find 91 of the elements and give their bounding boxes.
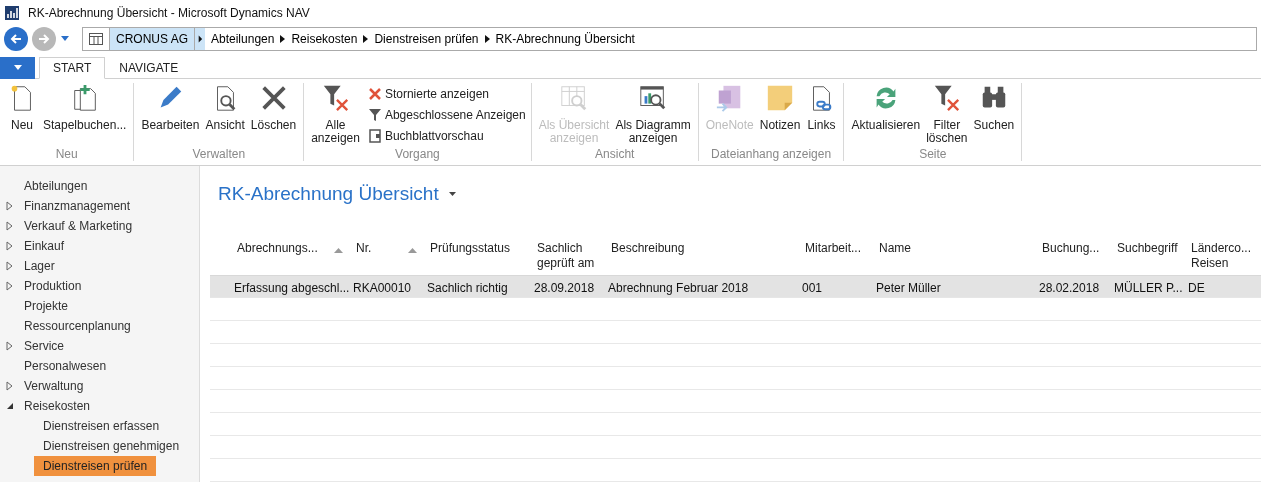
table-cell: Peter Müller [876,280,941,295]
sidebar-item[interactable]: Abteilungen [15,176,97,196]
sidebar-item[interactable]: Service [15,336,73,356]
table-cell: Erfassung abgeschl... [234,280,350,295]
arrow-left-icon [9,31,23,46]
column-header[interactable]: Mitarbeit... [805,241,861,256]
chevron-right-icon[interactable] [194,27,205,50]
collapsed-arrow-icon[interactable] [6,381,14,391]
table-cell: 001 [802,280,823,295]
breadcrumb-link[interactable]: Abteilungen [211,29,275,48]
collapsed-arrow-icon[interactable] [6,261,14,271]
close-icon [367,87,382,102]
breadcrumb-link[interactable]: Reisekosten [291,29,358,48]
sidebar-item[interactable]: Ressourcenplanung [15,316,140,336]
chevron-right-icon [363,34,369,43]
sidebar-item[interactable]: Dienstreisen prüfen [34,456,157,476]
menu-dropdown-button[interactable] [0,57,35,80]
column-header[interactable]: Buchung... [1042,241,1100,256]
sidebar-item[interactable]: Verwaltung [15,376,93,396]
column-header[interactable]: Suchbegriff [1117,241,1178,256]
company-name[interactable]: CRONUS AG [109,27,194,50]
back-button[interactable] [4,26,28,51]
table-cell: RKA00010 [353,280,412,295]
table-row[interactable]: Erfassung abgeschl... RKA00010 Sachlich richtig 28.09.2018 Abrechnung Februar 2018 001 Peter Müller 28.02.2018 MÜLLER P... DE [210,276,1261,298]
ribbon-button[interactable]: Buchblattvorschau [367,129,526,144]
collapsed-arrow-icon[interactable] [6,221,14,231]
column-header[interactable]: Name [879,241,911,256]
group-label: Neu [54,147,79,161]
ribbon-button[interactable]: Links [804,83,839,147]
table-cell: 28.09.2018 [534,280,595,295]
sidebar-item[interactable]: Personalwesen [15,356,116,376]
ribbon-button[interactable]: Notizen [757,83,803,147]
ribbon-tab[interactable]: NAVIGATE [105,57,193,80]
ribbon-button[interactable]: Bearbeiten [139,83,202,147]
expanded-arrow-icon[interactable] [6,402,14,410]
ribbon-button[interactable]: Stapelbuchen... [41,83,129,147]
column-header[interactable]: Sachlich geprüft am [537,241,595,271]
group-label: Dateianhang anzeigen [710,147,833,161]
table-cell: Sachlich richtig [427,280,508,295]
sidebar-item[interactable]: Projekte [15,296,78,316]
group-label: Seite [918,147,948,161]
dropdown-caret-icon[interactable] [448,192,456,196]
collapsed-arrow-icon[interactable] [6,201,14,211]
column-header[interactable]: Länderco... Reisen [1191,241,1252,271]
sidebar-item[interactable]: Verkauf & Marketing [15,216,142,236]
ribbon-button[interactable]: Löschen [248,83,299,147]
table-cell: 28.02.2018 [1039,280,1100,295]
ribbon-button[interactable]: Filter löschen [924,83,970,147]
sidebar-item[interactable]: Dienstreisen genehmigen [34,436,189,456]
ribbon-button[interactable]: Suchen [971,83,1017,147]
column-header[interactable]: Beschreibung [611,241,685,256]
ribbon-tab[interactable]: START [39,57,106,80]
sidebar-item[interactable]: Reisekosten [15,396,100,416]
caret-down-icon [12,65,23,72]
column-header[interactable]: Nr. [356,241,372,256]
table-cell: DE [1188,280,1205,295]
page-title: RK-Abrechnung Übersicht [218,181,439,206]
sidebar-item[interactable]: Dienstreisen erfassen [34,416,169,436]
breadcrumb-link[interactable]: RK-Abrechnung Übersicht [495,29,635,48]
ribbon-button[interactable]: Abgeschlossene Anzeigen [367,108,526,123]
ribbon-button[interactable]: Stornierte anzeigen [367,87,526,102]
ribbon-button[interactable]: Ansicht [203,83,247,147]
app-logo-icon [4,4,20,21]
grid-icon [89,32,103,45]
ribbon-button[interactable]: Neu [5,83,39,147]
group-label: Verwalten [191,147,247,161]
group-label: Vorgang [394,147,441,161]
ribbon-button[interactable]: Alle anzeigen [309,83,362,147]
ribbon-button[interactable]: Aktualisieren [849,83,923,147]
journal-icon [367,129,382,144]
table-cell: Abrechnung Februar 2018 [608,280,749,295]
column-header[interactable]: Prüfungsstatus [430,241,511,256]
chevron-right-icon [484,34,490,43]
arrow-right-icon [37,31,51,46]
table-cell: MÜLLER P... [1114,280,1183,295]
sidebar-item[interactable]: Lager [15,256,64,276]
column-header[interactable]: Abrechnungs... [237,241,318,256]
funnel-icon [367,108,382,123]
collapsed-arrow-icon[interactable] [6,341,14,351]
sidebar-item[interactable]: Produktion [15,276,91,296]
chevron-right-icon [280,34,286,43]
address-bar[interactable]: CRONUS AG Abteilungen Reisekosten Dienstreisen prüfen RK-Abrechnung Übersicht [82,26,1257,51]
collapsed-arrow-icon[interactable] [6,281,14,291]
sidebar-item[interactable]: Finanzmanagement [15,196,140,216]
breadcrumb-link[interactable]: Dienstreisen prüfen [374,29,479,48]
dropdown-caret-icon[interactable] [60,34,70,43]
group-label: Ansicht [594,147,636,161]
window-title: RK-Abrechnung Übersicht - Microsoft Dynamics NAV [28,4,310,22]
collapsed-arrow-icon[interactable] [6,241,14,251]
sidebar-item[interactable]: Einkauf [15,236,74,256]
ribbon-button[interactable]: Als Diagramm anzeigen [613,83,693,147]
